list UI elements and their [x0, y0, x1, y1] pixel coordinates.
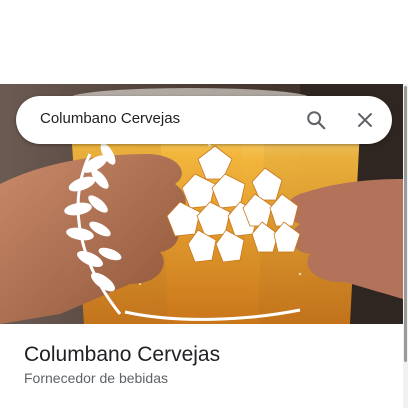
place-category[interactable]: Fornecedor de bebidas: [24, 370, 168, 386]
scrollbar-thumb[interactable]: [404, 86, 407, 362]
place-title: Columbano Cervejas: [24, 343, 221, 366]
close-icon: [358, 113, 372, 127]
search-input[interactable]: Columbano Cervejas: [40, 110, 180, 127]
close-button[interactable]: [349, 104, 381, 136]
search-button[interactable]: [300, 104, 332, 136]
search-icon: [307, 111, 326, 130]
search-box[interactable]: Columbano Cervejas: [16, 96, 392, 144]
